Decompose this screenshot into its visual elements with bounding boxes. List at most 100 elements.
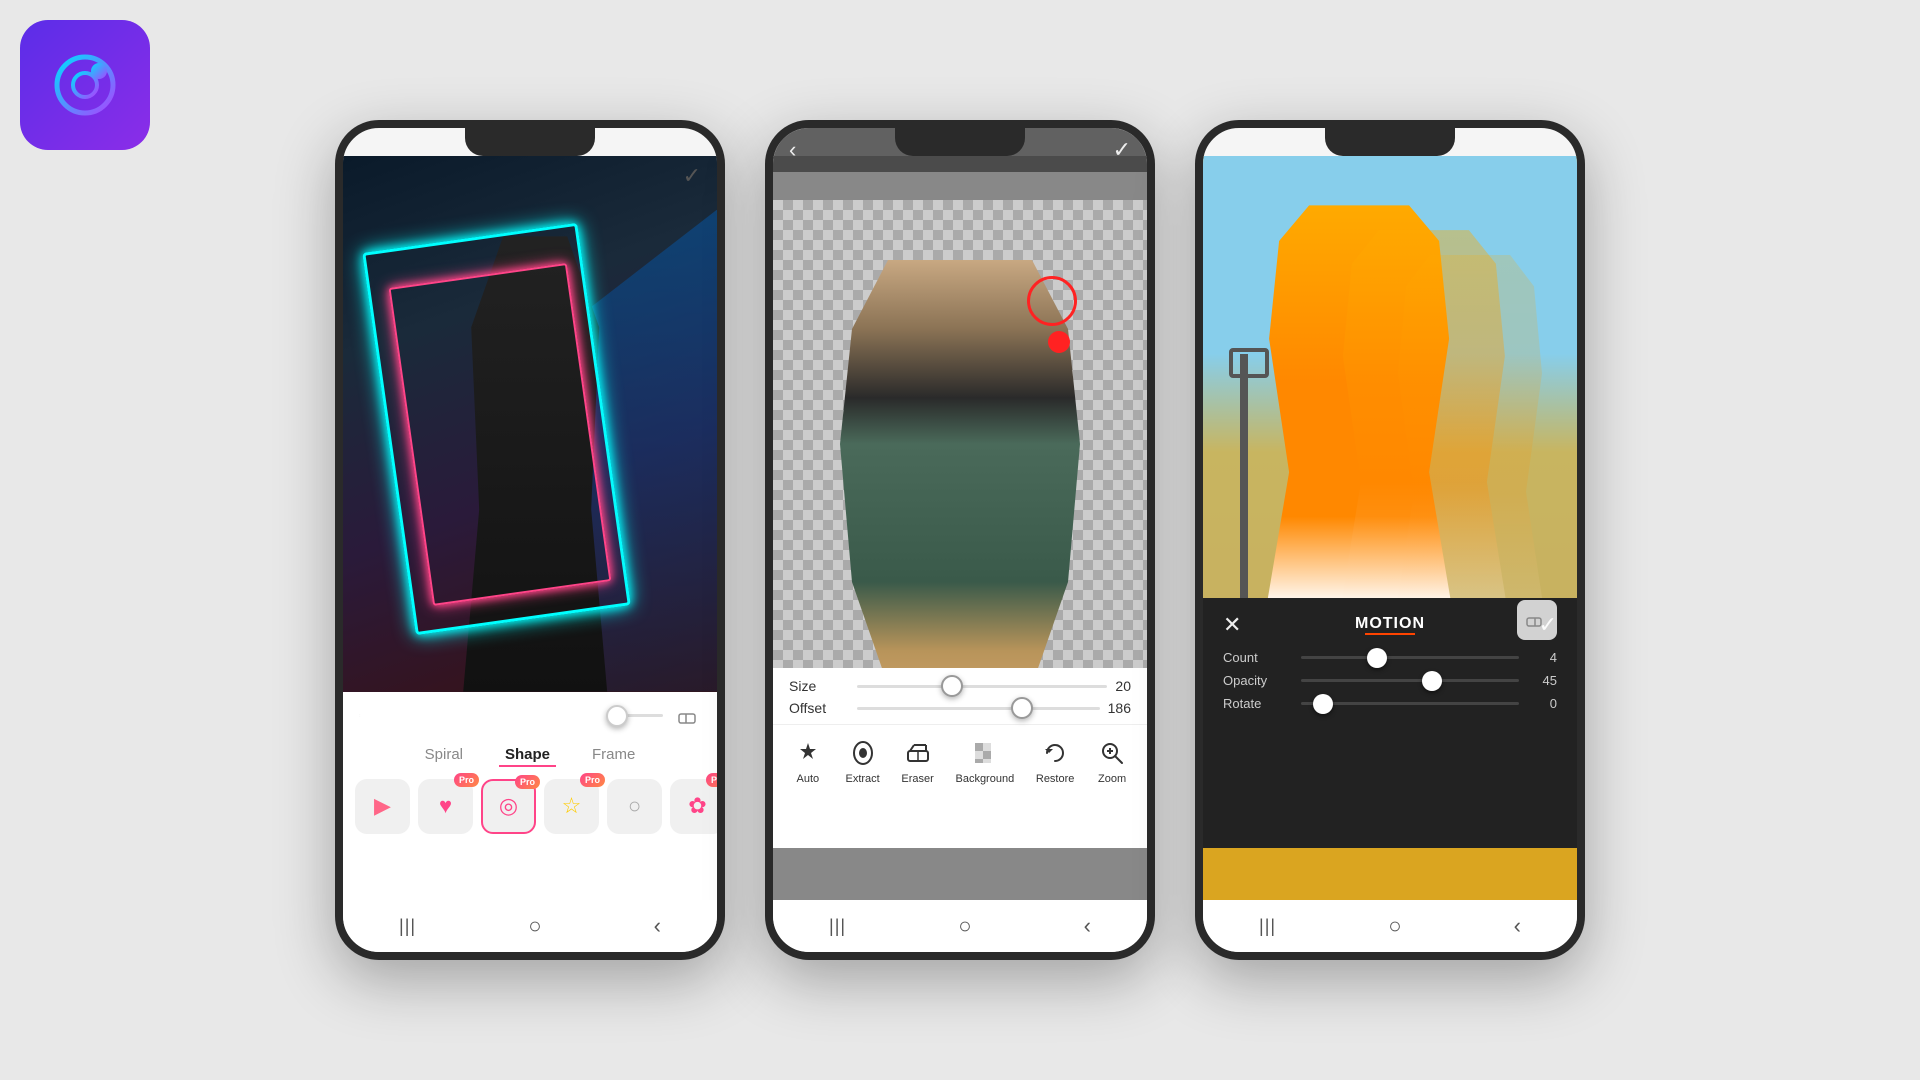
size-slider-section: Size 20 Offset 186 [773, 668, 1147, 716]
eraser-circle-indicator [1027, 276, 1077, 326]
count-slider-row: Count 4 [1223, 650, 1557, 665]
phone2: ‹ ✓ Size 20 [765, 120, 1155, 960]
phone2-notch [895, 128, 1025, 156]
phone1-top-bar: ✓ [343, 156, 717, 196]
extract-label: Extract [846, 773, 880, 785]
count-track[interactable] [1301, 656, 1519, 659]
motion-title-text: MOTION [1355, 615, 1425, 633]
opacity-value: 45 [1527, 673, 1557, 688]
shape-circle[interactable]: ○ [607, 779, 662, 834]
motion-close-icon[interactable]: ✕ [1223, 612, 1241, 638]
phone3: ✕ MOTION ✓ Count 4 [1195, 120, 1585, 960]
count-label: Count [1223, 650, 1293, 665]
rotate-value: 0 [1527, 696, 1557, 711]
auto-label: Auto [797, 773, 820, 785]
tab-shape[interactable]: Shape [499, 744, 556, 767]
tool-auto[interactable]: Auto [792, 737, 824, 785]
pro-badge-heart: Pro [454, 773, 479, 787]
nav-menu-icon[interactable]: ||| [399, 916, 416, 937]
offset-label: Offset [789, 700, 849, 716]
restore-label: Restore [1036, 773, 1075, 785]
phone2-checkmark[interactable]: ✓ [1113, 137, 1131, 163]
nav3-home-icon[interactable]: ○ [1388, 913, 1401, 939]
phone1-content: Spiral Shape Frame ▶ ♥ Pro ◎ Pro [343, 156, 717, 900]
opacity-track[interactable] [1301, 679, 1519, 682]
phone3-image [1203, 156, 1577, 650]
auto-icon [792, 737, 824, 769]
background-icon [969, 737, 1001, 769]
nav3-menu-icon[interactable]: ||| [1259, 916, 1276, 937]
shape-play[interactable]: ▶ [355, 779, 410, 834]
size-row: Size 20 [789, 678, 1131, 694]
phone2-nav-bar: ||| ○ ‹ [773, 900, 1147, 952]
size-value: 20 [1115, 678, 1131, 694]
phone1-notch [465, 128, 595, 156]
nav2-home-icon[interactable]: ○ [958, 913, 971, 939]
nav-home-icon[interactable]: ○ [528, 913, 541, 939]
shape-flower[interactable]: ✿ Pro [670, 779, 717, 834]
offset-row: Offset 186 [789, 700, 1131, 716]
main-container: ✓ [0, 0, 1920, 1080]
nav3-back-icon[interactable]: ‹ [1514, 913, 1521, 939]
pro-badge-flower: Pro [706, 773, 717, 787]
tool-background[interactable]: Background [955, 737, 1014, 785]
phone1-controls: Spiral Shape Frame ▶ ♥ Pro ◎ Pro [343, 692, 717, 900]
tab-spiral[interactable]: Spiral [419, 744, 469, 767]
offset-value: 186 [1108, 700, 1131, 716]
eraser-label: Eraser [901, 773, 933, 785]
motion-title-block: MOTION [1355, 615, 1425, 635]
eraser-floating-icon[interactable] [1517, 600, 1557, 640]
tab-frame[interactable]: Frame [586, 744, 641, 767]
phone1: ✓ [335, 120, 725, 960]
phone1-nav-bar: ||| ○ ‹ [343, 900, 717, 952]
size-label: Size [789, 678, 849, 694]
nav2-menu-icon[interactable]: ||| [829, 916, 846, 937]
eraser-icon-tool [902, 737, 934, 769]
motion-title-underline [1365, 633, 1415, 635]
pro-badge-circle: Pro [515, 775, 540, 789]
zoom-icon [1096, 737, 1128, 769]
phone1-shape-row: ▶ ♥ Pro ◎ Pro ☆ Pro ○ [343, 771, 717, 842]
phone2-bottom-controls: Size 20 Offset 186 [773, 668, 1147, 848]
rotate-label: Rotate [1223, 696, 1293, 711]
phone1-slider-track[interactable] [359, 714, 663, 717]
phone1-slider-row [343, 692, 717, 740]
ghost-overlay-2 [1390, 255, 1550, 650]
restore-icon [1039, 737, 1071, 769]
phone3-notch [1325, 128, 1455, 156]
app-logo[interactable] [20, 20, 150, 150]
shape-star[interactable]: ☆ Pro [544, 779, 599, 834]
size-track[interactable] [857, 685, 1107, 688]
opacity-label: Opacity [1223, 673, 1293, 688]
pro-badge-star: Pro [580, 773, 605, 787]
nav2-back-icon[interactable]: ‹ [1084, 913, 1091, 939]
zoom-label: Zoom [1098, 773, 1126, 785]
tool-eraser[interactable]: Eraser [901, 737, 933, 785]
eraser-dot-indicator [1048, 331, 1070, 353]
basketball-hoop [1229, 348, 1269, 378]
phone2-toolbar: Auto Extract [773, 724, 1147, 791]
tool-extract[interactable]: Extract [846, 737, 880, 785]
rotate-track[interactable] [1301, 702, 1519, 705]
shape-circle-outline[interactable]: ◎ Pro [481, 779, 536, 834]
phone1-checkmark[interactable]: ✓ [683, 163, 701, 189]
phone2-back-arrow[interactable]: ‹ [789, 137, 796, 163]
phone3-content: ✕ MOTION ✓ Count 4 [1203, 156, 1577, 900]
phone2-content: Size 20 Offset 186 [773, 156, 1147, 900]
person-cutout [840, 260, 1080, 720]
count-value: 4 [1527, 650, 1557, 665]
tool-restore[interactable]: Restore [1036, 737, 1075, 785]
phone1-image [343, 156, 717, 692]
rotate-slider-row: Rotate 0 [1223, 696, 1557, 711]
nav-back-icon[interactable]: ‹ [654, 913, 661, 939]
offset-track[interactable] [857, 707, 1100, 710]
extract-icon [847, 737, 879, 769]
opacity-slider-row: Opacity 45 [1223, 673, 1557, 688]
phone1-eraser-icon[interactable] [673, 702, 701, 730]
phone3-nav-bar: ||| ○ ‹ [1203, 900, 1577, 952]
phone1-tabs: Spiral Shape Frame [343, 740, 717, 771]
background-label: Background [955, 773, 1014, 785]
motion-sliders: Count 4 Opacity 45 [1203, 646, 1577, 723]
shape-heart[interactable]: ♥ Pro [418, 779, 473, 834]
tool-zoom[interactable]: Zoom [1096, 737, 1128, 785]
